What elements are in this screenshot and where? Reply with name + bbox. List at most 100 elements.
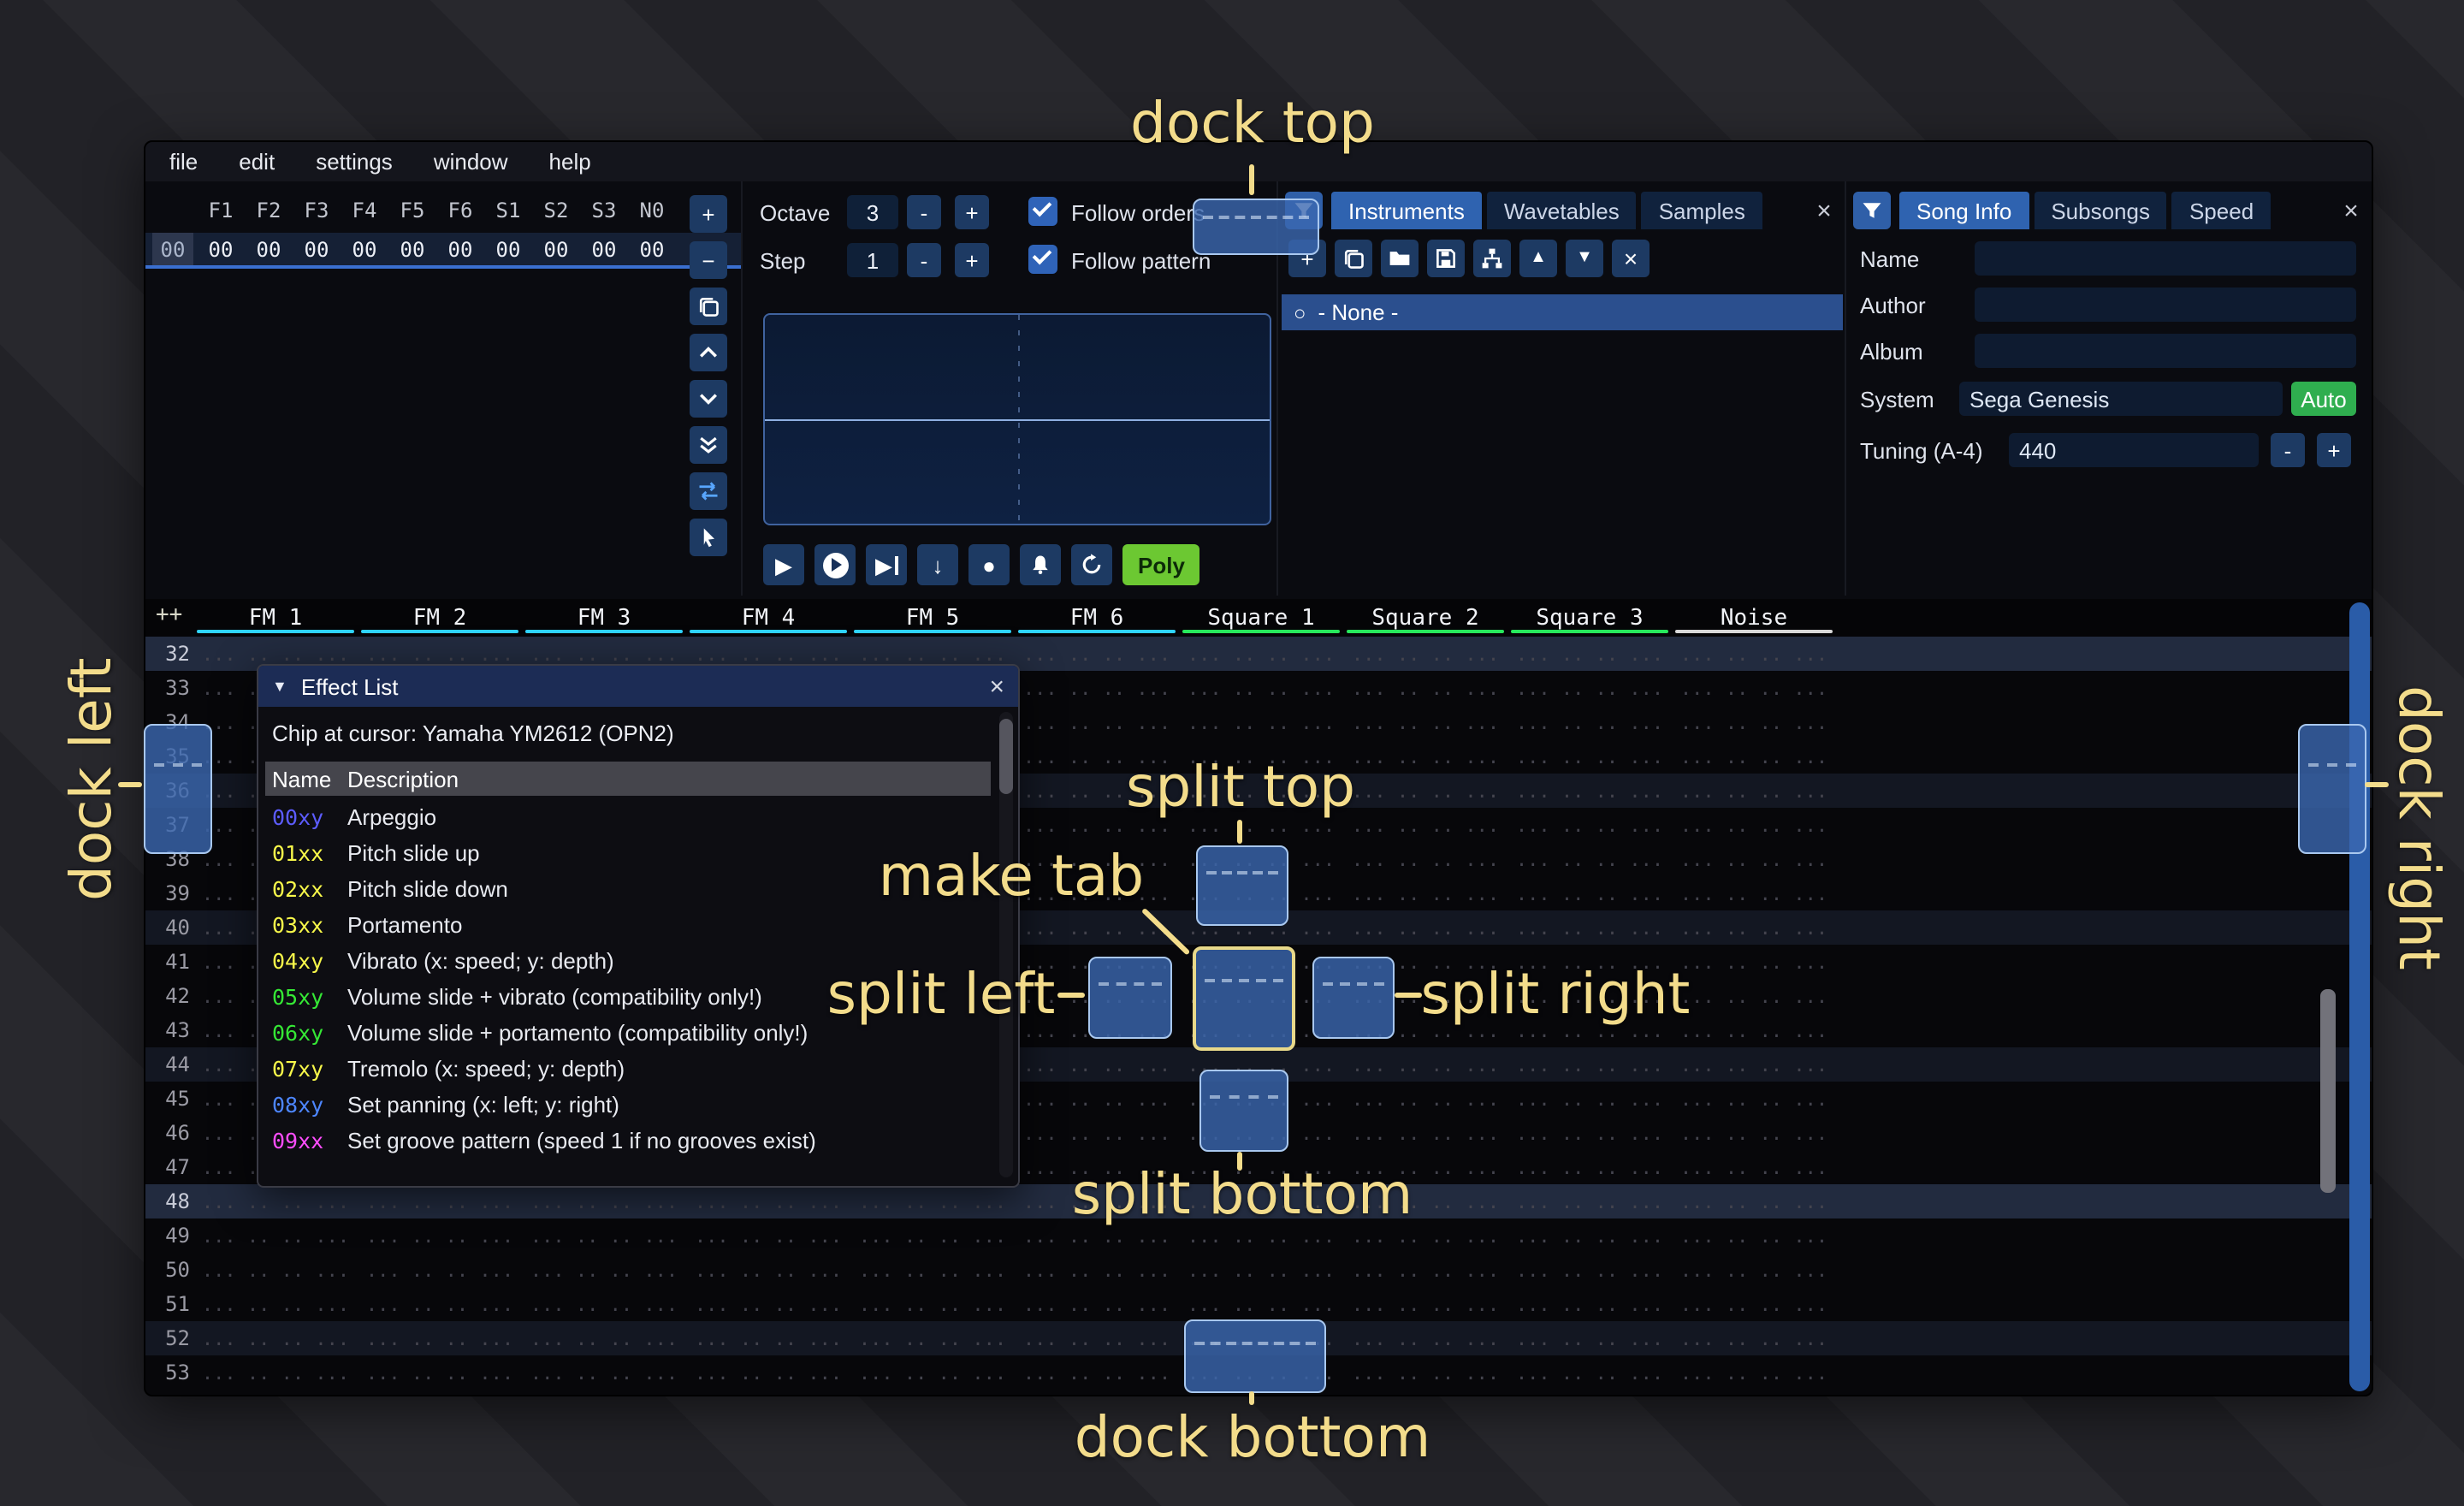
duplicate-instrument-button[interactable] xyxy=(1335,240,1372,277)
channel-header-square-3[interactable]: Square 3 xyxy=(1507,599,1672,637)
play-from-cursor-button[interactable]: ▶ xyxy=(866,544,907,585)
order-value-f1[interactable]: 00 xyxy=(197,237,245,261)
split-target-right[interactable] xyxy=(1312,957,1395,1039)
repeat-button[interactable] xyxy=(1071,544,1112,585)
oscilloscope[interactable] xyxy=(763,313,1271,525)
tab-wavetables[interactable]: Wavetables xyxy=(1487,192,1637,229)
effect-list-scrollbar-thumb[interactable] xyxy=(999,719,1013,794)
octave-increase-button[interactable]: + xyxy=(955,195,989,229)
instrument-folders-button[interactable] xyxy=(1473,240,1511,277)
order-value-s3[interactable]: 00 xyxy=(580,237,628,261)
menu-item-help[interactable]: help xyxy=(549,149,591,175)
effect-row-07xy[interactable]: 07xyTremolo (x: speed; y: depth) xyxy=(265,1051,991,1087)
tab-speed[interactable]: Speed xyxy=(2172,192,2271,229)
dock-target-bottom[interactable] xyxy=(1184,1319,1326,1393)
save-instrument-button[interactable] xyxy=(1427,240,1465,277)
channel-header-fm-6[interactable]: FM 6 xyxy=(1015,599,1179,637)
effect-row-09xx[interactable]: 09xxSet groove pattern (speed 1 if no gr… xyxy=(265,1123,991,1159)
remove-order-button[interactable]: − xyxy=(690,241,727,279)
pattern-scrollbar-thumb[interactable] xyxy=(2320,989,2336,1193)
channel-header-fm-1[interactable]: FM 1 xyxy=(193,599,358,637)
split-target-bottom[interactable] xyxy=(1199,1070,1288,1152)
duplicate-order-button[interactable] xyxy=(690,288,727,325)
move-order-up-button[interactable] xyxy=(690,334,727,371)
orders-row[interactable]: 00000000000000000000 xyxy=(145,233,741,269)
channel-header-fm-5[interactable]: FM 5 xyxy=(850,599,1015,637)
system-input[interactable] xyxy=(1959,382,2283,416)
order-value-f3[interactable]: 00 xyxy=(293,237,341,261)
menu-item-edit[interactable]: edit xyxy=(239,149,275,175)
move-order-down-button[interactable] xyxy=(690,380,727,418)
song-panel-close-button[interactable]: × xyxy=(2336,196,2366,225)
dock-target-top[interactable] xyxy=(1193,199,1319,255)
play-pattern-button[interactable] xyxy=(814,544,856,585)
order-value-s1[interactable]: 00 xyxy=(484,237,532,261)
order-value-f4[interactable]: 00 xyxy=(341,237,388,261)
menu-item-file[interactable]: file xyxy=(169,149,198,175)
channel-header-fm-4[interactable]: FM 4 xyxy=(686,599,850,637)
tuning-input[interactable] xyxy=(2009,433,2259,467)
poly-button[interactable]: Poly xyxy=(1122,544,1200,585)
effect-list-close-button[interactable]: × xyxy=(989,672,1004,701)
tab-song-info[interactable]: Song Info xyxy=(1899,192,2029,229)
tuning-increase-button[interactable]: + xyxy=(2317,433,2351,467)
open-instrument-button[interactable] xyxy=(1381,240,1419,277)
order-value-f2[interactable]: 00 xyxy=(245,237,293,261)
order-value-n0[interactable]: 00 xyxy=(628,237,676,261)
pattern-row-51[interactable]: 51... .. .. ...... .. .. ...... .. .. ..… xyxy=(145,1287,2372,1321)
tab-instruments[interactable]: Instruments xyxy=(1331,192,1482,229)
effect-row-03xx[interactable]: 03xxPortamento xyxy=(265,907,991,943)
tab-samples[interactable]: Samples xyxy=(1642,192,1762,229)
move-instrument-up-button[interactable]: ▲ xyxy=(1519,240,1557,277)
tab-subsongs[interactable]: Subsongs xyxy=(2034,192,2167,229)
order-value-f6[interactable]: 00 xyxy=(436,237,484,261)
move-instrument-down-button[interactable]: ▼ xyxy=(1566,240,1603,277)
octave-value[interactable]: 3 xyxy=(847,195,898,229)
name-input[interactable] xyxy=(1975,241,2356,276)
metronome-button[interactable] xyxy=(1020,544,1061,585)
channel-header-fm-2[interactable]: FM 2 xyxy=(358,599,522,637)
menu-item-window[interactable]: window xyxy=(434,149,508,175)
split-target-top[interactable] xyxy=(1196,845,1288,926)
effect-table-header[interactable]: Name Description xyxy=(265,762,991,796)
order-value-f5[interactable]: 00 xyxy=(388,237,436,261)
channel-header-fm-3[interactable]: FM 3 xyxy=(522,599,686,637)
effect-list-titlebar[interactable]: ▼ Effect List × xyxy=(258,666,1018,707)
delete-instrument-button[interactable]: × xyxy=(1612,240,1650,277)
step-row-button[interactable]: ↓ xyxy=(917,544,958,585)
order-change-mode-button[interactable] xyxy=(690,472,727,510)
channel-header-noise[interactable]: Noise xyxy=(1672,599,1836,637)
make-tab-target[interactable] xyxy=(1193,946,1295,1051)
dock-target-left[interactable] xyxy=(144,724,212,854)
effect-row-08xy[interactable]: 08xySet panning (x: left; y: right) xyxy=(265,1087,991,1123)
album-input[interactable] xyxy=(1975,334,2356,368)
duplicate-order-end-button[interactable] xyxy=(690,426,727,464)
tuning-decrease-button[interactable]: - xyxy=(2271,433,2305,467)
pattern-expand-button[interactable]: ++ xyxy=(156,602,182,628)
channel-header-square-2[interactable]: Square 2 xyxy=(1343,599,1507,637)
order-value-s2[interactable]: 00 xyxy=(532,237,580,261)
author-input[interactable] xyxy=(1975,288,2356,322)
system-auto-button[interactable]: Auto xyxy=(2291,382,2356,416)
dock-target-right[interactable] xyxy=(2298,724,2366,854)
menu-item-settings[interactable]: settings xyxy=(316,149,393,175)
collapse-triangle-icon[interactable]: ▼ xyxy=(272,678,287,695)
stop-button[interactable]: ● xyxy=(968,544,1010,585)
follow-orders-checkbox[interactable] xyxy=(1028,197,1057,226)
order-edit-mode-button[interactable] xyxy=(690,519,727,556)
effect-list-scrollbar[interactable] xyxy=(999,712,1013,1177)
pattern-scrollbar[interactable] xyxy=(2349,602,2370,1391)
play-button[interactable]: ▶ xyxy=(763,544,804,585)
octave-decrease-button[interactable]: - xyxy=(907,195,941,229)
step-value[interactable]: 1 xyxy=(847,243,898,277)
tab-list-button[interactable] xyxy=(1853,192,1891,229)
asset-panel-close-button[interactable]: × xyxy=(1809,196,1839,225)
instrument-list-item-none[interactable]: ○ - None - xyxy=(1282,294,1843,330)
effect-row-00xy[interactable]: 00xyArpeggio xyxy=(265,799,991,835)
follow-pattern-checkbox[interactable] xyxy=(1028,245,1057,274)
add-order-button[interactable]: + xyxy=(690,195,727,233)
pattern-row-50[interactable]: 50... .. .. ...... .. .. ...... .. .. ..… xyxy=(145,1253,2372,1287)
step-decrease-button[interactable]: - xyxy=(907,243,941,277)
split-target-left[interactable] xyxy=(1088,957,1172,1039)
step-increase-button[interactable]: + xyxy=(955,243,989,277)
